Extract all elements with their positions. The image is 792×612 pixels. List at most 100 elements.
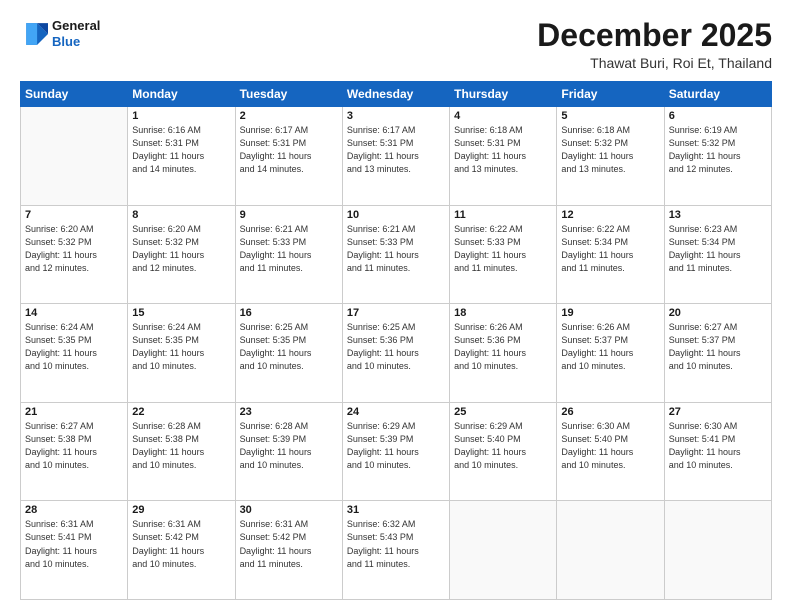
day-number: 9 [240, 209, 338, 221]
table-row: 5 Sunrise: 6:18 AM Sunset: 5:32 PM Daylig… [557, 107, 664, 206]
day-info: Sunrise: 6:18 AM Sunset: 5:31 PM Dayligh… [454, 124, 552, 176]
day-info: Sunrise: 6:17 AM Sunset: 5:31 PM Dayligh… [240, 124, 338, 176]
day-number: 24 [347, 406, 445, 418]
day-number: 19 [561, 307, 659, 319]
day-number: 10 [347, 209, 445, 221]
table-row [664, 501, 771, 600]
day-number: 12 [561, 209, 659, 221]
calendar-table: Sunday Monday Tuesday Wednesday Thursday… [20, 81, 772, 600]
col-thursday: Thursday [450, 82, 557, 107]
table-row: 23 Sunrise: 6:28 AM Sunset: 5:39 PM Dayli… [235, 402, 342, 501]
day-info: Sunrise: 6:31 AM Sunset: 5:42 PM Dayligh… [132, 518, 230, 570]
table-row: 12 Sunrise: 6:22 AM Sunset: 5:34 PM Dayli… [557, 205, 664, 304]
day-number: 1 [132, 110, 230, 122]
day-info: Sunrise: 6:30 AM Sunset: 5:40 PM Dayligh… [561, 420, 659, 472]
day-info: Sunrise: 6:25 AM Sunset: 5:35 PM Dayligh… [240, 321, 338, 373]
col-monday: Monday [128, 82, 235, 107]
day-number: 4 [454, 110, 552, 122]
day-info: Sunrise: 6:32 AM Sunset: 5:43 PM Dayligh… [347, 518, 445, 570]
day-info: Sunrise: 6:28 AM Sunset: 5:38 PM Dayligh… [132, 420, 230, 472]
day-info: Sunrise: 6:20 AM Sunset: 5:32 PM Dayligh… [132, 223, 230, 275]
table-row: 10 Sunrise: 6:21 AM Sunset: 5:33 PM Dayli… [342, 205, 449, 304]
day-number: 31 [347, 504, 445, 516]
day-info: Sunrise: 6:21 AM Sunset: 5:33 PM Dayligh… [240, 223, 338, 275]
calendar-week-row: 28 Sunrise: 6:31 AM Sunset: 5:41 PM Dayli… [21, 501, 772, 600]
table-row: 17 Sunrise: 6:25 AM Sunset: 5:36 PM Dayli… [342, 304, 449, 403]
table-row: 25 Sunrise: 6:29 AM Sunset: 5:40 PM Dayli… [450, 402, 557, 501]
table-row: 8Sunrise: 6:20 AM Sunset: 5:32 PM Daylig… [128, 205, 235, 304]
day-info: Sunrise: 6:23 AM Sunset: 5:34 PM Dayligh… [669, 223, 767, 275]
day-number: 17 [347, 307, 445, 319]
calendar-header-row: Sunday Monday Tuesday Wednesday Thursday… [21, 82, 772, 107]
day-info: Sunrise: 6:18 AM Sunset: 5:32 PM Dayligh… [561, 124, 659, 176]
calendar-week-row: 1Sunrise: 6:16 AM Sunset: 5:31 PM Daylig… [21, 107, 772, 206]
day-info: Sunrise: 6:26 AM Sunset: 5:36 PM Dayligh… [454, 321, 552, 373]
table-row: 4 Sunrise: 6:18 AM Sunset: 5:31 PM Daylig… [450, 107, 557, 206]
day-info: Sunrise: 6:17 AM Sunset: 5:31 PM Dayligh… [347, 124, 445, 176]
table-row: 28 Sunrise: 6:31 AM Sunset: 5:41 PM Dayli… [21, 501, 128, 600]
header: General Blue December 2025 Thawat Buri, … [20, 18, 772, 71]
day-info: Sunrise: 6:21 AM Sunset: 5:33 PM Dayligh… [347, 223, 445, 275]
table-row: 11Sunrise: 6:22 AM Sunset: 5:33 PM Dayli… [450, 205, 557, 304]
col-sunday: Sunday [21, 82, 128, 107]
day-info: Sunrise: 6:20 AM Sunset: 5:32 PM Dayligh… [25, 223, 123, 275]
day-number: 30 [240, 504, 338, 516]
table-row: 13 Sunrise: 6:23 AM Sunset: 5:34 PM Dayli… [664, 205, 771, 304]
day-number: 18 [454, 307, 552, 319]
table-row: 3Sunrise: 6:17 AM Sunset: 5:31 PM Daylig… [342, 107, 449, 206]
table-row: 16 Sunrise: 6:25 AM Sunset: 5:35 PM Dayli… [235, 304, 342, 403]
day-number: 21 [25, 406, 123, 418]
day-number: 14 [25, 307, 123, 319]
day-info: Sunrise: 6:22 AM Sunset: 5:34 PM Dayligh… [561, 223, 659, 275]
table-row: 15Sunrise: 6:24 AM Sunset: 5:35 PM Dayli… [128, 304, 235, 403]
col-wednesday: Wednesday [342, 82, 449, 107]
day-info: Sunrise: 6:31 AM Sunset: 5:41 PM Dayligh… [25, 518, 123, 570]
table-row: 14 Sunrise: 6:24 AM Sunset: 5:35 PM Dayli… [21, 304, 128, 403]
title-block: December 2025 Thawat Buri, Roi Et, Thail… [537, 18, 772, 71]
day-info: Sunrise: 6:29 AM Sunset: 5:39 PM Dayligh… [347, 420, 445, 472]
day-info: Sunrise: 6:24 AM Sunset: 5:35 PM Dayligh… [25, 321, 123, 373]
table-row: 18 Sunrise: 6:26 AM Sunset: 5:36 PM Dayli… [450, 304, 557, 403]
month-year: December 2025 [537, 18, 772, 53]
day-info: Sunrise: 6:28 AM Sunset: 5:39 PM Dayligh… [240, 420, 338, 472]
page: General Blue December 2025 Thawat Buri, … [0, 0, 792, 612]
table-row [450, 501, 557, 600]
table-row: 19 Sunrise: 6:26 AM Sunset: 5:37 PM Dayli… [557, 304, 664, 403]
day-number: 20 [669, 307, 767, 319]
day-info: Sunrise: 6:25 AM Sunset: 5:36 PM Dayligh… [347, 321, 445, 373]
table-row: 30 Sunrise: 6:31 AM Sunset: 5:42 PM Dayli… [235, 501, 342, 600]
logo-text: General Blue [52, 18, 100, 49]
day-number: 15 [132, 307, 230, 319]
day-info: Sunrise: 6:31 AM Sunset: 5:42 PM Dayligh… [240, 518, 338, 570]
day-number: 27 [669, 406, 767, 418]
table-row: 29Sunrise: 6:31 AM Sunset: 5:42 PM Dayli… [128, 501, 235, 600]
day-number: 16 [240, 307, 338, 319]
table-row: 22 Sunrise: 6:28 AM Sunset: 5:38 PM Dayli… [128, 402, 235, 501]
location: Thawat Buri, Roi Et, Thailand [537, 55, 772, 71]
table-row: 1Sunrise: 6:16 AM Sunset: 5:31 PM Daylig… [128, 107, 235, 206]
day-info: Sunrise: 6:27 AM Sunset: 5:37 PM Dayligh… [669, 321, 767, 373]
table-row: 6Sunrise: 6:19 AM Sunset: 5:32 PM Daylig… [664, 107, 771, 206]
logo: General Blue [20, 18, 100, 49]
table-row: 21Sunrise: 6:27 AM Sunset: 5:38 PM Dayli… [21, 402, 128, 501]
day-number: 5 [561, 110, 659, 122]
day-info: Sunrise: 6:30 AM Sunset: 5:41 PM Dayligh… [669, 420, 767, 472]
day-number: 7 [25, 209, 123, 221]
calendar-week-row: 7 Sunrise: 6:20 AM Sunset: 5:32 PM Daylig… [21, 205, 772, 304]
col-saturday: Saturday [664, 82, 771, 107]
table-row: 31 Sunrise: 6:32 AM Sunset: 5:43 PM Dayli… [342, 501, 449, 600]
day-number: 13 [669, 209, 767, 221]
table-row: 2 Sunrise: 6:17 AM Sunset: 5:31 PM Daylig… [235, 107, 342, 206]
day-number: 22 [132, 406, 230, 418]
day-number: 2 [240, 110, 338, 122]
day-number: 26 [561, 406, 659, 418]
day-info: Sunrise: 6:26 AM Sunset: 5:37 PM Dayligh… [561, 321, 659, 373]
day-number: 23 [240, 406, 338, 418]
day-number: 28 [25, 504, 123, 516]
day-number: 25 [454, 406, 552, 418]
table-row: 9 Sunrise: 6:21 AM Sunset: 5:33 PM Daylig… [235, 205, 342, 304]
day-info: Sunrise: 6:22 AM Sunset: 5:33 PM Dayligh… [454, 223, 552, 275]
day-info: Sunrise: 6:29 AM Sunset: 5:40 PM Dayligh… [454, 420, 552, 472]
table-row: 24 Sunrise: 6:29 AM Sunset: 5:39 PM Dayli… [342, 402, 449, 501]
table-row: 27 Sunrise: 6:30 AM Sunset: 5:41 PM Dayli… [664, 402, 771, 501]
